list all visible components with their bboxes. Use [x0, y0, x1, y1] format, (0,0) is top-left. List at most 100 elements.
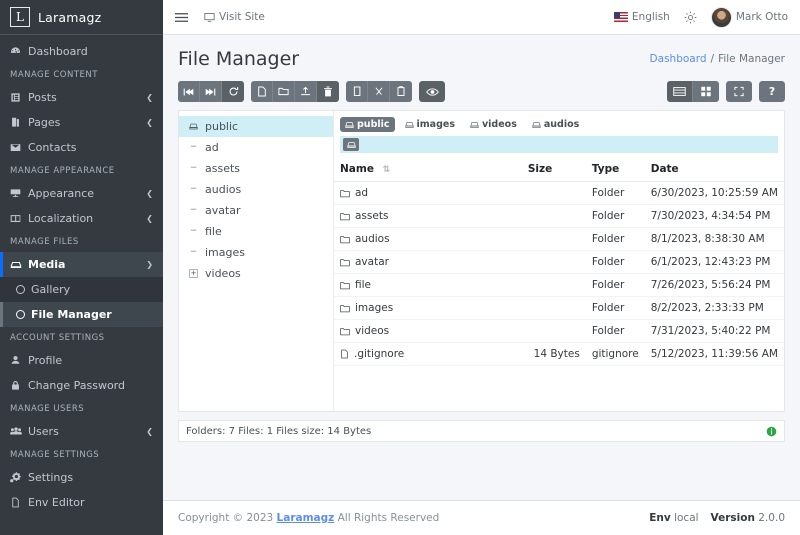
tree-item-audios[interactable]: − audios	[179, 179, 333, 200]
table-row[interactable]: images Folder 8/2/2023, 2:33:33 PM	[334, 296, 784, 320]
tree-item-assets[interactable]: − assets	[179, 158, 333, 179]
media-icon	[10, 259, 26, 271]
file-date: 6/30/2023, 10:25:59 AM	[644, 181, 784, 205]
file-name: ad	[355, 187, 369, 199]
table-row[interactable]: ad Folder 6/30/2023, 10:25:59 AM	[334, 181, 784, 205]
language-switcher[interactable]: English	[613, 11, 670, 23]
sidebar-item-media[interactable]: Media ❯	[0, 252, 163, 277]
tree-item-file[interactable]: − file	[179, 221, 333, 242]
new-file-icon[interactable]	[251, 81, 273, 102]
version-value: 2.0.0	[758, 512, 785, 524]
column-header-type[interactable]: Type	[585, 159, 645, 182]
help-icon[interactable]: ?	[759, 81, 785, 102]
file-name: videos	[355, 325, 390, 337]
grid-view-icon[interactable]	[693, 81, 719, 102]
list-view-icon[interactable]	[667, 81, 693, 102]
path-tab-videos[interactable]: videos	[465, 117, 522, 132]
tree-item-videos[interactable]: + videos	[179, 263, 333, 284]
refresh-icon[interactable]	[222, 81, 244, 102]
sidebar-item-gallery[interactable]: Gallery	[0, 277, 163, 302]
paste-icon[interactable]	[390, 81, 412, 102]
contacts-icon	[10, 142, 26, 153]
file-size: 14 Bytes	[521, 342, 586, 366]
sidebar-item-env-editor[interactable]: Env Editor	[0, 490, 163, 515]
sidebar-item-file-manager[interactable]: File Manager	[0, 302, 163, 327]
sidebar-item-appearance[interactable]: Appearance ❮	[0, 181, 163, 206]
table-row[interactable]: videos Folder 7/31/2023, 5:40:22 PM	[334, 319, 784, 343]
file-date: 8/1/2023, 8:38:30 AM	[644, 227, 784, 251]
table-row[interactable]: avatar Folder 6/1/2023, 12:43:23 PM	[334, 250, 784, 274]
sidebar-item-settings[interactable]: Settings	[0, 465, 163, 490]
file-icon	[10, 497, 26, 508]
tree-item-ad[interactable]: − ad	[179, 137, 333, 158]
info-icon[interactable]	[766, 426, 777, 437]
user-menu[interactable]: Mark Otto	[710, 6, 788, 28]
drive-icon[interactable]	[343, 138, 359, 151]
table-row[interactable]: file Folder 7/26/2023, 5:56:24 PM	[334, 273, 784, 297]
path-tab-public[interactable]: public	[340, 117, 395, 132]
collapse-dash-icon[interactable]: −	[189, 164, 198, 173]
column-header-date[interactable]: Date	[644, 159, 784, 182]
file-name: .gitignore	[354, 348, 405, 360]
tree-item-label: audios	[205, 183, 242, 196]
collapse-dash-icon[interactable]: −	[189, 206, 198, 215]
help-button-group: ?	[759, 81, 785, 102]
pages-icon	[10, 117, 26, 128]
path-bar[interactable]	[340, 136, 778, 153]
hamburger-icon[interactable]	[175, 11, 188, 24]
status-text: Folders: 7 Files: 1 Files size: 14 Bytes	[186, 425, 372, 437]
folder-tree: public − ad − assets − audios − avatar −…	[179, 111, 334, 411]
breadcrumb-dashboard[interactable]: Dashboard	[650, 53, 707, 65]
collapse-dash-icon[interactable]: −	[189, 185, 198, 194]
sidebar-item-contacts[interactable]: Contacts	[0, 135, 163, 160]
forward-to-last-icon[interactable]	[200, 81, 222, 102]
folder-icon	[340, 304, 350, 313]
cut-icon[interactable]	[368, 81, 390, 102]
tree-item-label: public	[205, 120, 239, 133]
copy-icon[interactable]	[346, 81, 368, 102]
collapse-dash-icon[interactable]: −	[189, 143, 198, 152]
footer-brand-link[interactable]: Laramagz	[277, 512, 335, 524]
sidebar-item-pages[interactable]: Pages ❮	[0, 110, 163, 135]
brand[interactable]: L Laramagz	[0, 0, 163, 35]
table-row[interactable]: assets Folder 7/30/2023, 4:34:54 PM	[334, 204, 784, 228]
sidebar-item-posts[interactable]: Posts ❮	[0, 85, 163, 110]
back-to-first-icon[interactable]	[178, 81, 200, 102]
file-name: assets	[355, 210, 389, 222]
table-row[interactable]: audios Folder 8/1/2023, 8:38:30 AM	[334, 227, 784, 251]
preview-icon[interactable]	[419, 81, 445, 102]
fullscreen-icon[interactable]	[726, 81, 752, 102]
sidebar-item-label: Settings	[28, 471, 74, 484]
sidebar-item-localization[interactable]: Localization ❮	[0, 206, 163, 231]
expand-plus-icon[interactable]: +	[189, 269, 198, 278]
column-header-name[interactable]: Name ⇅	[334, 159, 522, 182]
column-header-size[interactable]: Size	[521, 159, 586, 182]
version-label: Version	[710, 512, 755, 524]
profile-icon	[10, 355, 26, 366]
folder-icon	[340, 189, 350, 198]
collapse-dash-icon[interactable]: −	[189, 248, 198, 257]
sidebar-item-change-password[interactable]: Change Password	[0, 373, 163, 398]
tree-item-images[interactable]: − images	[179, 242, 333, 263]
localization-icon	[10, 213, 26, 224]
table-row[interactable]: .gitignore 14 Bytes gitignore 5/12/2023,…	[334, 342, 784, 366]
sidebar-item-label: Pages	[28, 116, 61, 129]
sidebar-item-label: File Manager	[31, 308, 112, 321]
delete-icon[interactable]	[317, 81, 339, 102]
file-type: Folder	[585, 227, 645, 251]
upload-icon[interactable]	[295, 81, 317, 102]
avatar	[710, 6, 732, 28]
sun-icon[interactable]	[684, 11, 697, 24]
path-tab-audios[interactable]: audios	[527, 117, 584, 132]
collapse-dash-icon[interactable]: −	[189, 227, 198, 236]
sidebar-section-manage-content: MANAGE CONTENT	[10, 70, 98, 80]
path-tab-images[interactable]: images	[400, 117, 460, 132]
path-tab-label: videos	[481, 119, 517, 130]
sidebar-item-profile[interactable]: Profile	[0, 348, 163, 373]
new-folder-icon[interactable]	[273, 81, 295, 102]
visit-site-link[interactable]: Visit Site	[204, 11, 265, 23]
tree-item-avatar[interactable]: − avatar	[179, 200, 333, 221]
sidebar-item-dashboard[interactable]: Dashboard	[0, 39, 163, 64]
tree-item-public[interactable]: public	[179, 116, 333, 137]
sidebar-item-users[interactable]: Users ❮	[0, 419, 163, 444]
